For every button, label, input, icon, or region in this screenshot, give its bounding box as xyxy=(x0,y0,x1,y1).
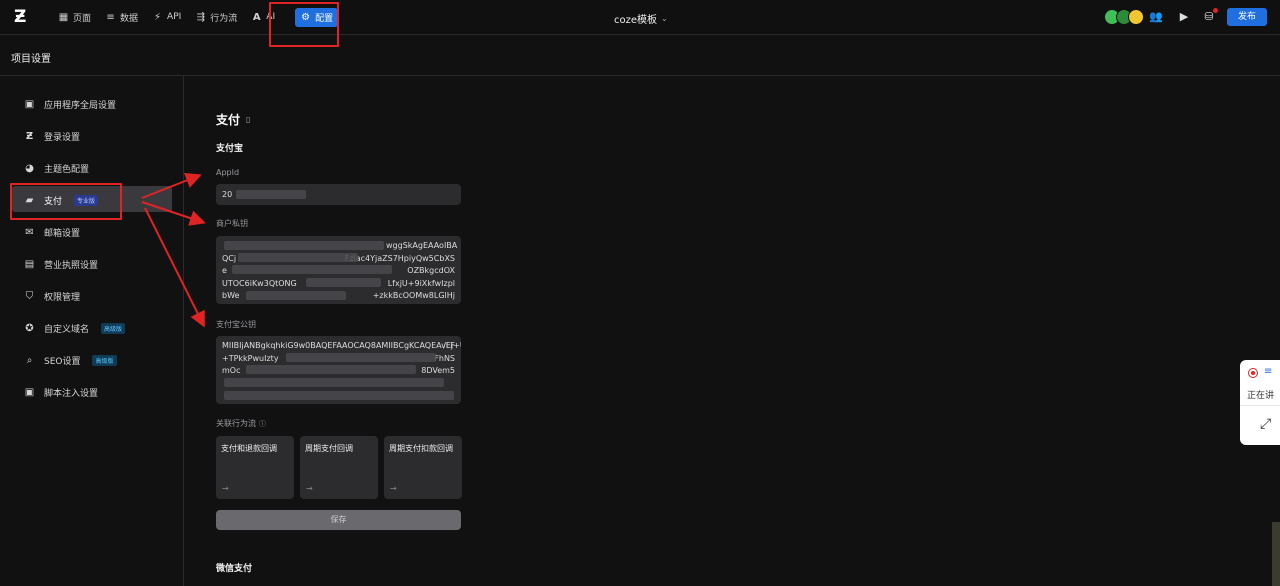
section-title: 支付 ▯ xyxy=(216,113,251,127)
redacted-blur xyxy=(224,378,444,387)
divider xyxy=(1240,405,1280,406)
sidebar-item-script[interactable]: ▣ 脚本注入设置 xyxy=(24,385,98,399)
floating-recorder-panel[interactable]: ≡ 正在讲 ⤢ xyxy=(1240,360,1280,445)
book-icon[interactable]: ▯ xyxy=(246,115,250,124)
redacted-blur xyxy=(238,253,358,262)
sidebar-item-mail[interactable]: ✉ 邮箱设置 xyxy=(24,225,80,239)
wechat-section-title: 微信支付 xyxy=(216,564,253,574)
z-logo-icon: Ƶ xyxy=(25,130,34,142)
gear-icon: ⚙ xyxy=(301,11,311,23)
advanced-badge: 高级版 xyxy=(92,354,117,366)
users-icon[interactable]: 👥 xyxy=(1149,10,1163,24)
flow-label: 关联行为流 ⓘ xyxy=(216,419,266,429)
play-icon[interactable]: ▶ xyxy=(1177,10,1191,24)
page-icon: ▦ xyxy=(58,11,69,23)
sidebar-item-domain[interactable]: ✪ 自定义域名 高级版 xyxy=(24,321,126,335)
flow-card-recurring[interactable]: 周期支付回调 → xyxy=(300,436,378,499)
redacted-blur xyxy=(306,278,381,287)
appid-input[interactable]: 20 xyxy=(216,184,461,205)
search-icon: ⌕ xyxy=(26,354,33,366)
project-selector[interactable]: coze模板 ⌄ xyxy=(614,11,668,26)
appid-label: AppId xyxy=(216,168,240,177)
arrow-right-icon: → xyxy=(222,484,229,493)
top-bar: Ƶ ▦ 页面 ≡ 数据 ⚡ API ⇶ 行为流 A AI ⚙ 配置 coze模板 ⌄ 👥 ▶… xyxy=(0,0,1280,35)
nav-api[interactable]: ⚡ API xyxy=(152,12,181,23)
app-logo[interactable]: Ƶ xyxy=(14,8,32,26)
palette-icon: ◕ xyxy=(25,162,34,174)
workflow-icon: ⇶ xyxy=(196,11,205,23)
nav-workflow[interactable]: ⇶ 行为流 xyxy=(195,11,238,24)
list-icon[interactable]: ≡ xyxy=(1264,366,1272,377)
redacted-blur xyxy=(246,291,346,300)
record-icon[interactable] xyxy=(1248,368,1258,378)
terminal-icon: ▣ xyxy=(24,98,35,110)
sidebar-item-seo[interactable]: ⌕ SEO设置 高级版 xyxy=(24,353,117,367)
private-key-textarea[interactable]: wggSkAgEAAoIBA QCj e UTOC6iKw3QtONG bWe … xyxy=(216,236,461,304)
redacted-blur xyxy=(224,391,454,400)
sidebar-item-theme[interactable]: ◕ 主题色配置 xyxy=(24,161,89,175)
collaborator-avatars[interactable] xyxy=(1104,9,1144,25)
publish-button[interactable]: 发布 xyxy=(1227,8,1267,26)
public-key-textarea[interactable]: MIIBIjANBgkqhkiG9w0BAQEFAAOCAQ8AMIIBCgKC… xyxy=(216,336,461,404)
settings-sidebar: ▣ 应用程序全局设置 Ƶ 登录设置 ◕ 主题色配置 ▰ 支付 专业版 ✉ 邮箱设置 ▤ 营业执… xyxy=(0,76,184,586)
top-nav: ▦ 页面 ≡ 数据 ⚡ API ⇶ 行为流 A AI ⚙ 配置 xyxy=(58,0,352,34)
redacted-blur xyxy=(246,365,416,374)
database-icon: ≡ xyxy=(106,11,115,23)
annotation-arrows xyxy=(141,172,206,328)
flow-card-recurring-deduct[interactable]: 周期支付扣款回调 → xyxy=(384,436,462,499)
settings-header: 项目设置 xyxy=(0,35,1280,76)
redacted-blur xyxy=(224,241,384,250)
arrow-right-icon: → xyxy=(306,484,313,493)
redacted-blur xyxy=(236,190,306,199)
chevron-down-icon: ⌄ xyxy=(661,14,668,23)
page-title: 项目设置 xyxy=(11,54,51,65)
sidebar-item-payment[interactable]: ▰ 支付 专业版 xyxy=(24,193,99,207)
sidebar-item-login[interactable]: Ƶ 登录设置 xyxy=(24,129,80,143)
save-button[interactable]: 保存 xyxy=(216,510,461,530)
shield-icon: ⛉ xyxy=(25,290,34,302)
arrow-right-icon: → xyxy=(390,484,397,493)
ai-icon: A xyxy=(252,11,261,23)
notification-dot xyxy=(1213,8,1218,13)
script-icon: ▣ xyxy=(24,386,35,398)
nav-ai[interactable]: A AI xyxy=(251,12,275,23)
sidebar-item-permissions[interactable]: ⛉ 权限管理 xyxy=(24,289,80,303)
flow-cards: 支付和退款回调 → 周期支付回调 → 周期支付扣款回调 → xyxy=(216,436,462,499)
info-icon[interactable]: ⓘ xyxy=(259,419,266,429)
pro-badge: 专业版 xyxy=(74,194,99,206)
license-icon: ▤ xyxy=(24,258,35,270)
domain-icon: ✪ xyxy=(25,322,34,334)
alipay-section-title: 支付宝 xyxy=(216,144,244,154)
sidebar-item-global-settings[interactable]: ▣ 应用程序全局设置 xyxy=(24,97,116,111)
flow-card-payment-refund[interactable]: 支付和退款回调 → xyxy=(216,436,294,499)
avatar xyxy=(1128,9,1144,25)
private-key-label: 商户私钥 xyxy=(216,219,248,228)
redacted-blur xyxy=(232,265,392,274)
nav-data[interactable]: ≡ 数据 xyxy=(105,11,138,24)
nav-config[interactable]: ⚙ 配置 xyxy=(295,7,339,27)
expand-icon[interactable]: ⤢ xyxy=(1260,416,1271,432)
advanced-badge: 高级版 xyxy=(101,322,126,334)
public-key-label: 支付宝公钥 xyxy=(216,320,256,329)
redacted-blur xyxy=(286,353,436,362)
sidebar-item-license[interactable]: ▤ 营业执照设置 xyxy=(24,257,98,271)
mail-icon: ✉ xyxy=(25,226,34,238)
wallet-icon: ▰ xyxy=(25,194,34,206)
api-icon: ⚡ xyxy=(154,11,162,23)
nav-page[interactable]: ▦ 页面 xyxy=(58,11,91,24)
side-strip xyxy=(1272,522,1280,586)
